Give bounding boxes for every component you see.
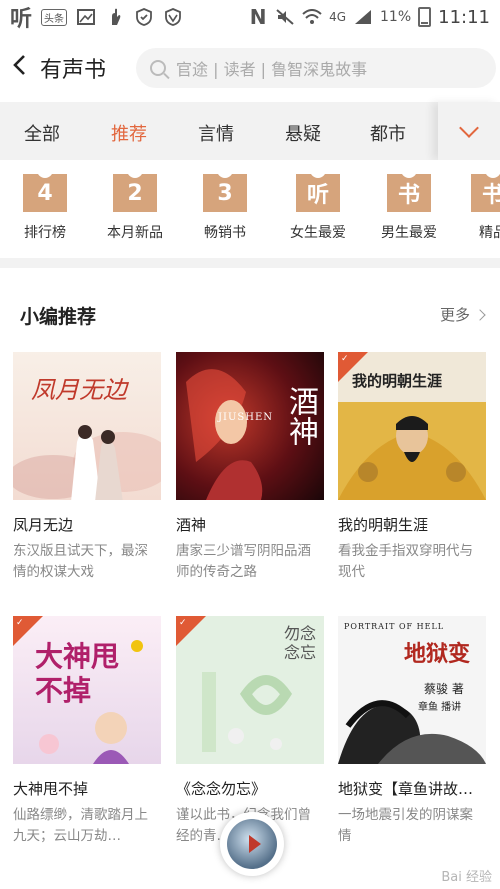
category-female-favorite[interactable]: 听 女生最爱 [283,170,353,242]
book-desc: 一场地震引发的阴谋案情 [338,807,473,844]
watermark: Bai 经验 [441,870,492,885]
nfc-icon: N [249,5,267,29]
corner-mark: ✓ [341,354,349,364]
shield-icon [163,7,183,27]
category-new-this-month[interactable]: 2 本月新品 [100,170,170,242]
category-label: 畅销书 [204,225,246,241]
ting-app-icon: 听 [10,7,33,32]
section-title: 小编推荐 [20,306,97,328]
book-card[interactable]: 凤月无边 凤月无边 东汉版且试天下，最深情的权谋大戏 [13,352,161,583]
floating-player-button[interactable] [220,812,284,876]
cover-title: 我的明朝生涯 [352,372,443,390]
cover-title: 凤月无边 [31,376,127,404]
cover-author: 蔡骏 著 [424,682,464,696]
book-cover: PORTRAIT OF HELL 地狱变 蔡骏 著 章鱼 播讲 [338,616,486,764]
bestseller-icon: 3 [203,170,247,212]
chevron-right-icon [474,308,486,321]
book-card[interactable]: 酒神 JIUSHEN 酒神 唐家三少谱写阴阳品酒师的传奇之路 [176,352,324,583]
book-cover: ✓ 大神甩不掉 [13,616,161,764]
battery-percent: 11% [380,9,412,25]
book-cover: 酒神 JIUSHEN [176,352,324,500]
book-desc: 看我金手指双穿明代与现代 [338,543,473,580]
more-link[interactable]: 更多 [439,304,486,325]
shield-check-icon [134,7,154,27]
book-title: 《念念勿忘》 [176,780,267,798]
tab-urban[interactable]: 都市 [370,120,406,146]
network-type: 4G [329,10,346,24]
cover-title: 勿念 念忘 [284,624,317,662]
category-grid: 4 排行榜 2 本月新品 3 畅销书 听 女生最爱 书 男生最爱 书 精品 [0,160,500,258]
category-premium[interactable]: 书 精品 [458,170,500,242]
status-bar: 听 头条 N 4G 11% 11:11 [0,0,500,34]
signal-icon [353,7,373,27]
corner-mark: ✓ [16,618,24,628]
book-cover: 凤月无边 [13,352,161,500]
premium-icon: 书 [471,170,500,212]
category-bestseller[interactable]: 3 畅销书 [190,170,260,242]
hand-icon [105,7,125,27]
book-desc: 东汉版且试天下，最深情的权谋大戏 [13,543,148,580]
category-label: 排行榜 [24,225,66,241]
battery-icon [418,7,432,27]
category-label: 本月新品 [107,225,163,241]
book-card[interactable]: PORTRAIT OF HELL 地狱变 蔡骏 著 章鱼 播讲 地狱变【章鱼讲故… [338,616,486,847]
book-desc: 仙路缥缈，清歌踏月上九天；云山万劫… [13,807,148,844]
back-icon[interactable] [12,53,34,83]
cover-reader: 章鱼 播讲 [418,702,462,713]
search-placeholder: 官途 | 读者 | 鲁智深鬼故事 [176,60,368,79]
book-cover: ✓ 我的明朝生涯 [338,352,486,500]
page-title: 有声书 [40,58,107,83]
book-desc: 唐家三少谱写阴阳品酒师的传奇之路 [176,543,311,580]
book-title: 酒神 [176,516,207,534]
cover-subtitle: JIUSHEN [218,412,274,423]
category-label: 精品 [479,225,500,241]
book-icon: 书 [387,170,431,212]
image-icon [76,7,96,27]
book-card[interactable]: ✓ 我的明朝生涯 我的明朝生涯 看我金手指双穿明代与现代 [338,352,486,583]
tab-suspense[interactable]: 悬疑 [285,120,321,146]
clock: 11:11 [438,6,490,28]
cover-title: 地狱变 [404,641,471,667]
toutiao-icon: 头条 [41,8,68,26]
category-tabs: 全部 推荐 言情 悬疑 都市 [0,102,500,164]
ranking-icon: 4 [23,170,67,212]
corner-mark: ✓ [179,618,187,628]
book-title: 凤月无边 [13,516,74,534]
search-input[interactable]: 官途 | 读者 | 鲁智深鬼故事 [136,48,496,88]
wifi-icon [302,7,322,27]
play-icon [227,819,277,869]
category-label: 女生最爱 [290,225,346,241]
chevron-down-icon [459,118,479,138]
expand-tabs-button[interactable] [438,102,500,160]
book-card[interactable]: ✓ 大神甩不掉 大神甩不掉 仙路缥缈，清歌踏月上九天；云山万劫… [13,616,161,847]
book-cover: ✓ 勿念 念忘 [176,616,324,764]
listen-icon: 听 [296,170,340,212]
cover-title: 酒神 [283,386,318,446]
book-title: 我的明朝生涯 [338,516,429,534]
tab-recommend[interactable]: 推荐 [107,120,151,164]
book-title: 地狱变【章鱼讲故… [338,780,474,798]
tab-all[interactable]: 全部 [24,120,60,146]
new-icon: 2 [113,170,157,212]
more-label: 更多 [439,306,470,324]
cover-title: 大神甩不掉 [35,640,120,707]
cover-subtitle: PORTRAIT OF HELL [344,622,445,631]
mute-icon [275,7,295,27]
category-label: 男生最爱 [381,225,437,241]
book-title: 大神甩不掉 [13,780,89,798]
editor-picks-section: 小编推荐 更多 凤月无边 凤月无边 东汉版且试天下，最深情的权谋大戏 酒神 JI… [0,268,500,889]
app-header: 有声书 官途 | 读者 | 鲁智深鬼故事 [0,34,500,102]
category-ranking[interactable]: 4 排行榜 [10,170,80,242]
category-male-favorite[interactable]: 书 男生最爱 [374,170,444,242]
search-icon [150,60,166,76]
tab-romance[interactable]: 言情 [198,120,234,146]
